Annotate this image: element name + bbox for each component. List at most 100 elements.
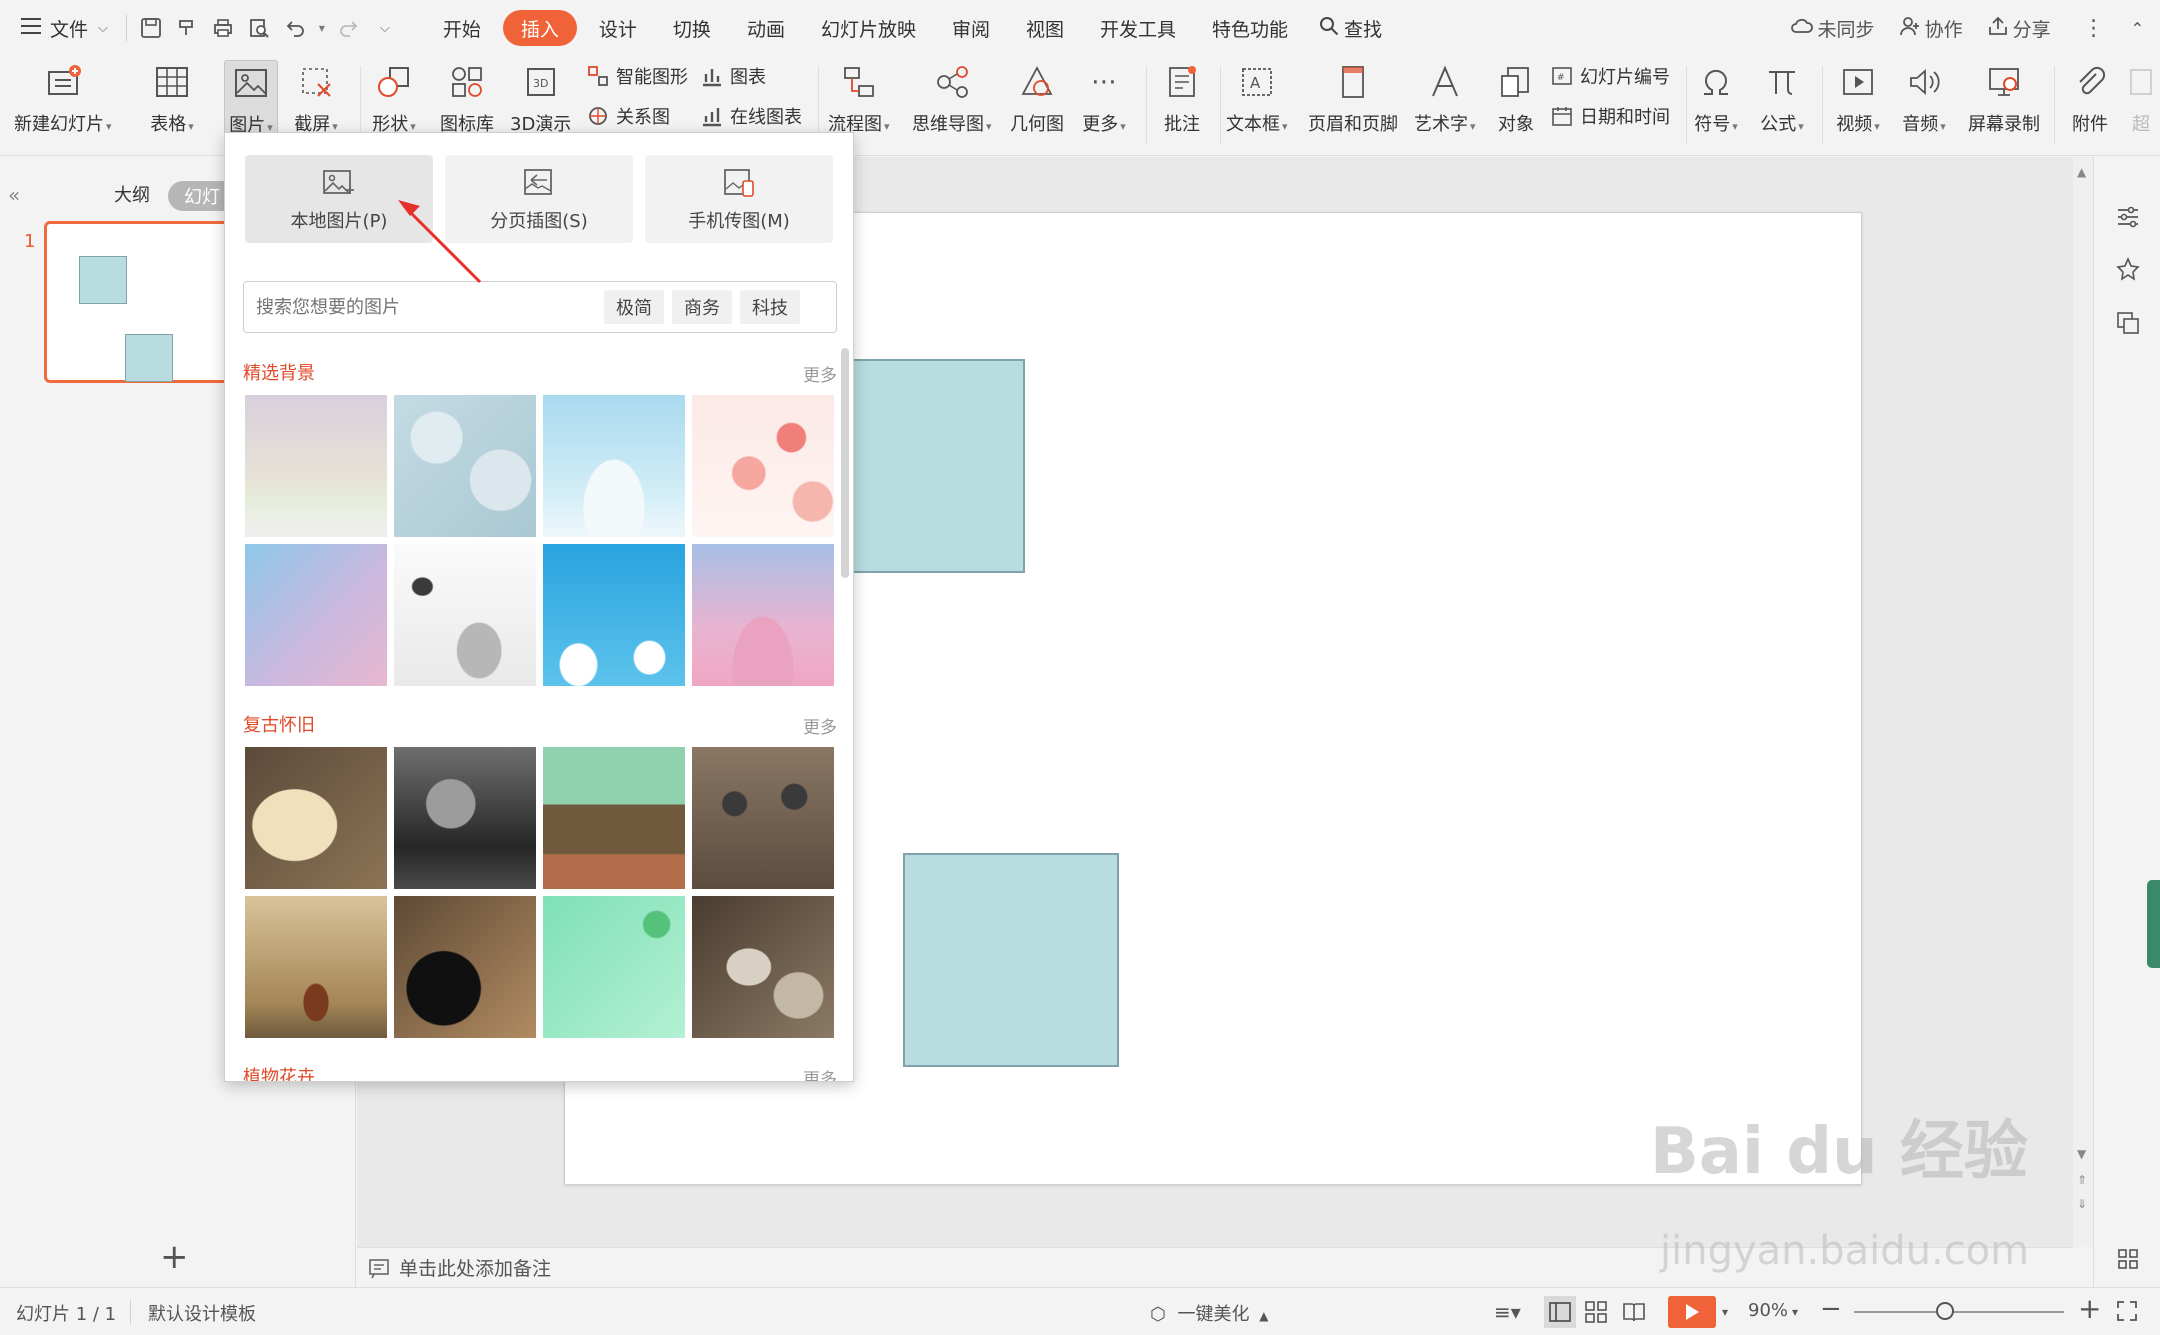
play-slideshow-button[interactable] (1668, 1296, 1716, 1328)
paged-insert-button[interactable]: 分页插图(S) (445, 155, 633, 243)
side-tab-handle[interactable] (2147, 880, 2160, 968)
picture-thumbnail[interactable] (245, 896, 387, 1038)
picture-thumbnail[interactable] (692, 896, 834, 1038)
redo-icon[interactable] (331, 10, 367, 46)
picture-thumbnail[interactable] (543, 896, 685, 1038)
search-tag-minimal[interactable]: 极简 (604, 290, 664, 324)
geometry-button[interactable]: 几何图 (1010, 60, 1064, 136)
sync-button[interactable]: 未同步 (1778, 8, 1887, 48)
symbol-button[interactable]: 符号 ▾ (1694, 60, 1738, 136)
icon-library-button[interactable]: 图标库 (440, 60, 494, 136)
chart-button[interactable]: 图表 (698, 62, 766, 90)
tab-home[interactable]: 开始 (425, 10, 499, 46)
zoom-out-icon[interactable]: − (1820, 1294, 1842, 1324)
customize-icon[interactable]: ⌵ (367, 10, 403, 46)
picture-thumbnail[interactable] (394, 747, 536, 889)
online-chart-button[interactable]: 在线图表 (698, 102, 802, 130)
screen-record-button[interactable]: 屏幕录制 (1968, 60, 2040, 136)
tab-animation[interactable]: 动画 (729, 10, 803, 46)
datetime-button[interactable]: 日期和时间 (1548, 102, 1670, 130)
print-preview-icon[interactable] (241, 10, 277, 46)
scroll-up-icon[interactable]: ▲ (2077, 165, 2086, 179)
beautify-button[interactable]: ⬡ 一键美化 ▲ (1150, 1300, 1268, 1326)
tab-developer[interactable]: 开发工具 (1082, 10, 1194, 46)
attachment-button[interactable]: 附件 (2068, 60, 2112, 136)
template-name[interactable]: 默认设计模板 (148, 1300, 256, 1326)
copy-layout-icon[interactable] (2112, 307, 2144, 339)
collab-button[interactable]: 协作 (1887, 8, 1975, 48)
undo-icon[interactable] (277, 10, 313, 46)
scroll-down-icon[interactable]: ▼ (2077, 1147, 2086, 1161)
dropdown-scrollbar[interactable] (841, 348, 849, 578)
picture-thumbnail[interactable] (245, 544, 387, 686)
video-button[interactable]: 视频 ▾ (1836, 60, 1880, 136)
wordart-button[interactable]: 艺术字 ▾ (1414, 60, 1476, 136)
vertical-scrollbar[interactable]: ▲ ▼ ⇑ ⇓ (2073, 157, 2093, 1247)
notes-toggle-icon[interactable]: ≡▾ (1494, 1300, 1521, 1324)
play-dropdown-icon[interactable]: ▾ (1722, 1305, 1728, 1319)
tab-outline[interactable]: 大纲 (114, 181, 150, 207)
slide-number-button[interactable]: # 幻灯片编号 (1548, 62, 1670, 90)
picture-search-input[interactable] (256, 296, 596, 318)
picture-thumbnail[interactable] (692, 544, 834, 686)
search-tag-tech[interactable]: 科技 (740, 290, 800, 324)
section-more-vintage[interactable]: 更多 (803, 713, 837, 738)
animation-star-icon[interactable] (2112, 253, 2144, 285)
phone-upload-button[interactable]: 手机传图(M) (645, 155, 833, 243)
comment-button[interactable]: 批注 (1160, 60, 1204, 136)
smart-shape-button[interactable]: 智能图形 (584, 62, 688, 90)
header-footer-button[interactable]: 页眉和页脚 (1308, 60, 1398, 136)
flowchart-button[interactable]: 流程图 ▾ (828, 60, 890, 136)
add-slide-button[interactable]: + (160, 1237, 189, 1277)
new-slide-button[interactable]: 新建幻灯片 ▾ (14, 60, 112, 136)
relation-button[interactable]: 关系图 (584, 102, 670, 130)
fit-window-icon[interactable] (2116, 1300, 2138, 1327)
picture-search-box[interactable]: 极简 商务 科技 (243, 281, 837, 333)
picture-thumbnail[interactable] (245, 395, 387, 537)
tab-view[interactable]: 视图 (1008, 10, 1082, 46)
next-slide-icon[interactable]: ⇓ (2077, 1197, 2087, 1211)
format-painter-icon[interactable] (169, 10, 205, 46)
tab-design[interactable]: 设计 (581, 10, 655, 46)
picture-thumbnail[interactable] (692, 395, 834, 537)
zoom-in-icon[interactable]: + (2078, 1292, 2101, 1325)
search-tag-business[interactable]: 商务 (672, 290, 732, 324)
mindmap-button[interactable]: 思维导图 ▾ (912, 60, 992, 136)
picture-thumbnail[interactable] (394, 544, 536, 686)
reading-view-icon[interactable] (1622, 1300, 1646, 1329)
picture-thumbnail[interactable] (692, 747, 834, 889)
textbox-button[interactable]: A 文本框 ▾ (1226, 60, 1288, 136)
tab-review[interactable]: 审阅 (934, 10, 1008, 46)
share-button[interactable]: 分享 (1975, 8, 2063, 48)
audio-button[interactable]: 音频 ▾ (1902, 60, 1946, 136)
more-vertical-icon[interactable]: ⋮ (2063, 8, 2125, 48)
object-button[interactable]: 对象 (1494, 60, 1538, 136)
section-more-backgrounds[interactable]: 更多 (803, 361, 837, 386)
picture-thumbnail[interactable] (394, 896, 536, 1038)
tab-slideshow[interactable]: 幻灯片放映 (803, 10, 934, 46)
table-button[interactable]: 表格 ▾ (150, 60, 194, 136)
normal-view-icon[interactable] (1544, 1296, 1576, 1328)
picture-thumbnail[interactable] (543, 544, 685, 686)
undo-dropdown-icon[interactable]: ▾ (313, 10, 331, 46)
save-icon[interactable] (133, 10, 169, 46)
picture-thumbnail[interactable] (394, 395, 536, 537)
slide-sorter-icon[interactable] (1584, 1300, 1608, 1329)
3d-demo-button[interactable]: 3D 3D演示 (510, 60, 571, 136)
collapse-ribbon-icon[interactable]: ⌃ (2125, 8, 2160, 48)
settings-sliders-icon[interactable] (2112, 201, 2144, 233)
picture-thumbnail[interactable] (543, 747, 685, 889)
file-menu[interactable]: 文件 ⌵ (0, 8, 120, 48)
screenshot-button[interactable]: 截屏 ▾ (294, 60, 338, 136)
more-button[interactable]: ⋯ 更多 ▾ (1082, 60, 1126, 136)
zoom-slider-handle[interactable] (1936, 1302, 1954, 1320)
grid-view-icon[interactable] (2112, 1243, 2144, 1275)
rectangle-shape[interactable] (903, 853, 1119, 1067)
collapse-panel-icon[interactable]: « (8, 183, 20, 207)
picture-thumbnail[interactable] (245, 747, 387, 889)
formula-button[interactable]: 公式 ▾ (1760, 60, 1804, 136)
print-icon[interactable] (205, 10, 241, 46)
zoom-slider[interactable] (1854, 1311, 2064, 1313)
tab-insert[interactable]: 插入 (502, 10, 577, 46)
picture-button[interactable]: 图片 ▾ (224, 60, 278, 138)
